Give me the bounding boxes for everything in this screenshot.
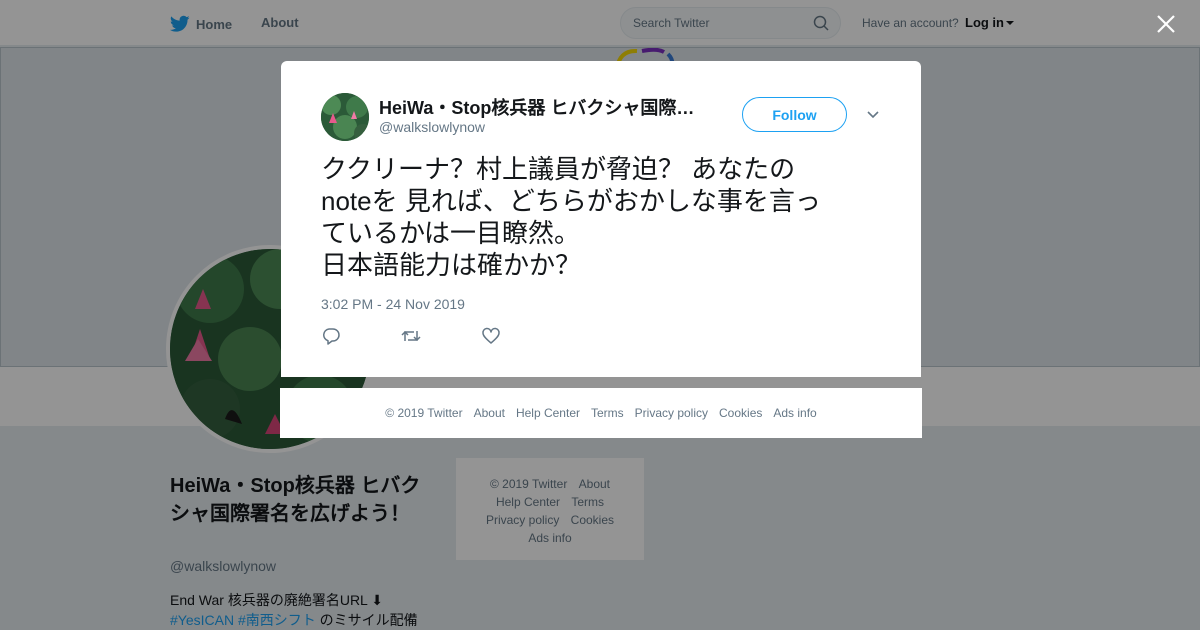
tweet-modal: HeiWa・Stop核兵器 ヒバクシャ国際署名を広げよう！ @walkslowl… bbox=[281, 61, 921, 377]
close-icon[interactable] bbox=[1155, 13, 1177, 35]
author-avatar[interactable] bbox=[321, 93, 369, 141]
footer-link-terms[interactable]: Terms bbox=[591, 406, 624, 420]
retweet-button[interactable] bbox=[401, 327, 481, 347]
follow-button[interactable]: Follow bbox=[742, 97, 847, 132]
author-handle[interactable]: @walkslowlynow bbox=[379, 119, 485, 135]
retweet-icon bbox=[401, 330, 421, 342]
chevron-down-icon[interactable] bbox=[866, 110, 880, 120]
like-button[interactable] bbox=[481, 327, 561, 347]
reply-icon bbox=[322, 328, 340, 345]
tweet-text: ククリーナ？村上議員が脅迫？ あなたの noteを 見れば、どちらがおかしな事を… bbox=[321, 154, 821, 280]
modal-footer: © 2019 Twitter About Help Center Terms P… bbox=[280, 388, 922, 438]
heart-icon bbox=[482, 327, 500, 344]
tweet-actions bbox=[321, 327, 561, 347]
reply-button[interactable] bbox=[321, 327, 401, 347]
lotus-pond-thumbnail bbox=[321, 93, 369, 141]
footer-copyright: © 2019 Twitter bbox=[385, 406, 463, 420]
footer-link-privacy[interactable]: Privacy policy bbox=[635, 406, 708, 420]
footer-link-help[interactable]: Help Center bbox=[516, 406, 580, 420]
author-name[interactable]: HeiWa・Stop核兵器 ヒバクシャ国際署名を広げよう！ bbox=[379, 94, 699, 120]
footer-link-ads[interactable]: Ads info bbox=[773, 406, 816, 420]
tweet-timestamp[interactable]: 3:02 PM - 24 Nov 2019 bbox=[321, 296, 465, 312]
footer-link-about[interactable]: About bbox=[474, 406, 505, 420]
footer-link-cookies[interactable]: Cookies bbox=[719, 406, 762, 420]
